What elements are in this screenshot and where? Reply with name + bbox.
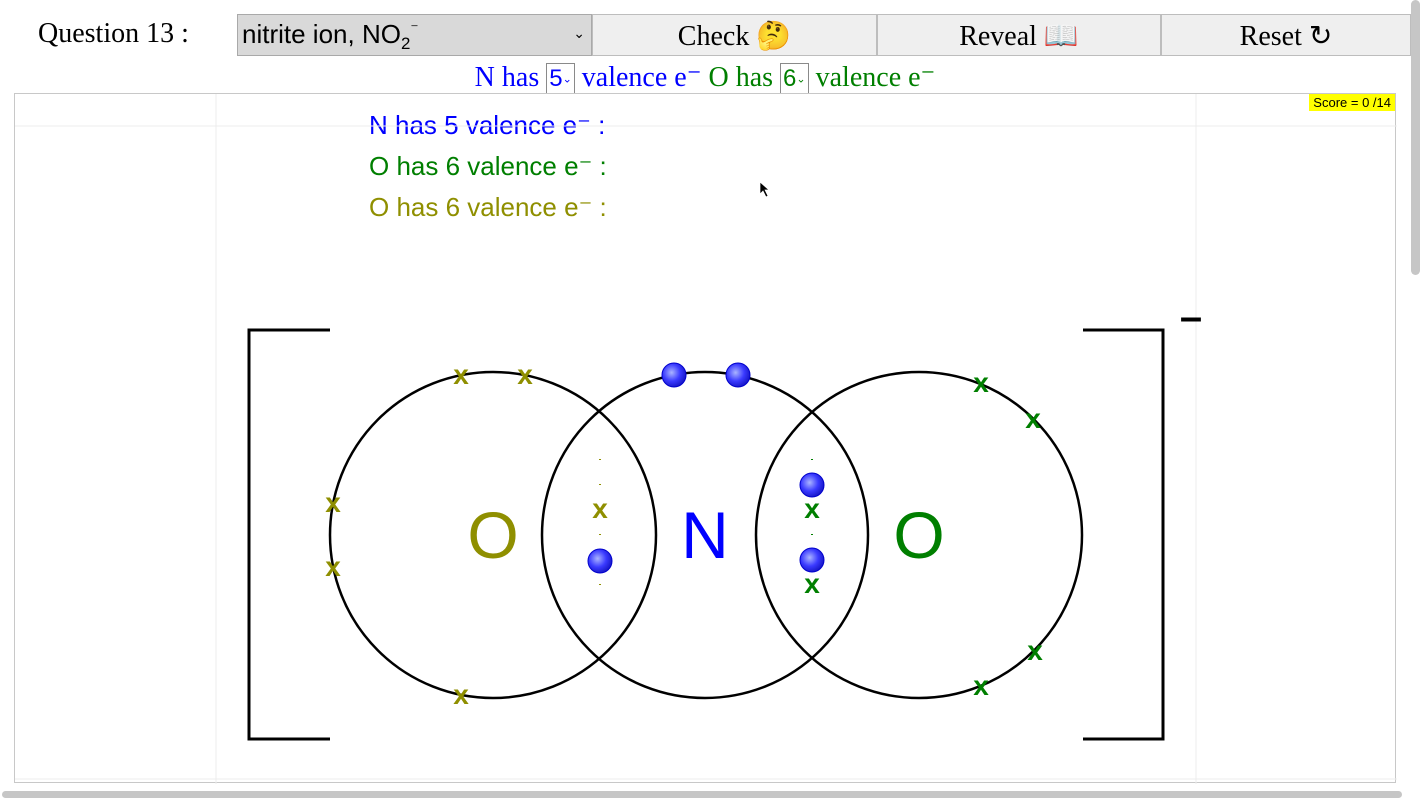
cursor-icon [759,181,770,198]
atom-symbol-o-left: O [467,498,518,572]
electron-x: x [325,551,341,582]
valence-selector-row: N has 5⌄ valence e⁻ O has 6⌄ valence e⁻ [0,60,1410,96]
o-prefix-label: O has [708,62,774,93]
electron-x: x [1025,403,1041,434]
reset-button[interactable]: Reset ↻ [1161,14,1411,56]
electron-dot [799,472,825,498]
n-prefix-label: N has [474,62,540,93]
right-bracket [1083,328,1165,741]
electron-x: x [517,359,533,390]
atom-symbol-n: N [681,498,729,572]
electron-x: x [804,493,820,524]
horizontal-scrollbar[interactable] [2,791,1402,798]
drawing-canvas[interactable]: Score = 0 /14 N has 5 valence e⁻ : O has… [14,93,1397,784]
n-valence-select[interactable]: 5⌄ [546,63,575,96]
reveal-button[interactable]: Reveal 📖 [877,14,1161,56]
left-bracket [247,328,330,741]
charge-label: – [1180,295,1202,339]
electron-x: x [973,670,989,701]
electron-x: x [453,679,469,710]
electron-x: x [1027,635,1043,666]
n-suffix-label: valence e⁻ [581,62,702,93]
check-button[interactable]: Check 🤔 [592,14,877,56]
electron-x: x [592,493,608,524]
chevron-down-icon: ⌄ [796,73,806,86]
question-label: Question 13 : [38,18,189,49]
electron-x: x [453,359,469,390]
o-suffix-label: valence e⁻ [815,62,936,93]
chevron-down-icon: ⌄ [562,73,572,86]
electron-x: x [804,568,820,599]
electron-dot [661,362,687,388]
lewis-diagram: – O N O x x x x x x x x x x x x [15,94,1397,784]
atom-symbol-o-right: O [893,498,944,572]
electron-dot [587,548,613,574]
electron-dot [799,547,825,573]
electron-x: x [325,487,341,518]
electron-dot [725,362,751,388]
question-select[interactable]: nitrite ion, NO2⁻ ⌄ [237,14,592,56]
chevron-down-icon: ⌄ [573,25,585,41]
electron-x: x [973,367,989,398]
question-select-value: nitrite ion, NO2⁻ [242,19,419,54]
vertical-scrollbar[interactable] [1411,0,1420,275]
o-valence-select[interactable]: 6⌄ [780,63,809,96]
